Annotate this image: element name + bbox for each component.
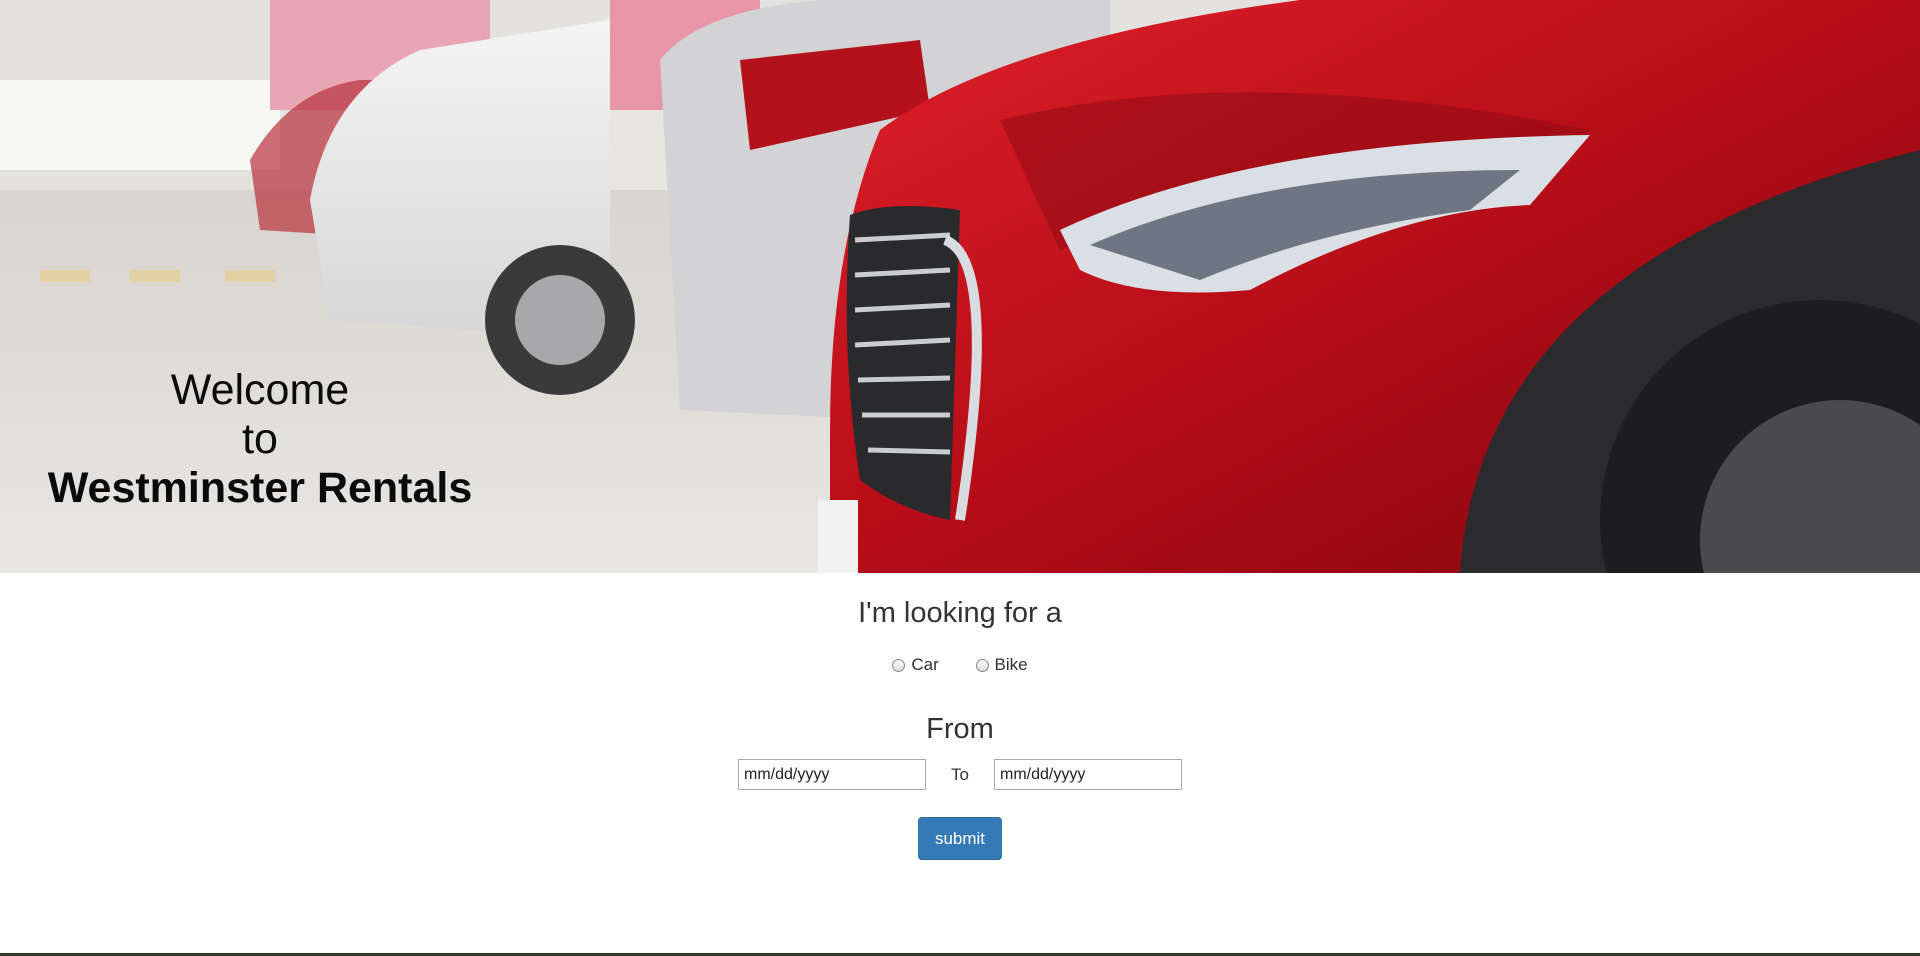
car-radio-button[interactable]: [892, 658, 906, 672]
bike-radio-button[interactable]: [975, 658, 989, 672]
to-word: to: [242, 415, 278, 463]
date-range-row: To: [0, 759, 1920, 790]
welcome-word: Welcome: [170, 366, 350, 414]
to-label: To: [951, 764, 969, 784]
to-date-input[interactable]: [994, 759, 1182, 790]
from-heading: From: [926, 713, 994, 745]
car-radio-label: Car: [911, 655, 939, 674]
hero-welcome-text: Welcome to Westminster Rentals: [38, 366, 482, 513]
bike-radio-label: Bike: [994, 655, 1028, 674]
radio-option-bike[interactable]: Bike: [975, 655, 1028, 675]
hero-banner: Welcome to Westminster Rentals: [0, 0, 1920, 573]
radio-option-car[interactable]: Car: [892, 655, 939, 675]
looking-for-heading: I'm looking for a: [858, 597, 1062, 629]
vehicle-type-radio-group: Car Bike: [0, 655, 1920, 677]
submit-button[interactable]: submit: [918, 817, 1002, 860]
from-date-input[interactable]: [738, 759, 926, 790]
brand-name: Westminster Rentals: [47, 464, 473, 512]
